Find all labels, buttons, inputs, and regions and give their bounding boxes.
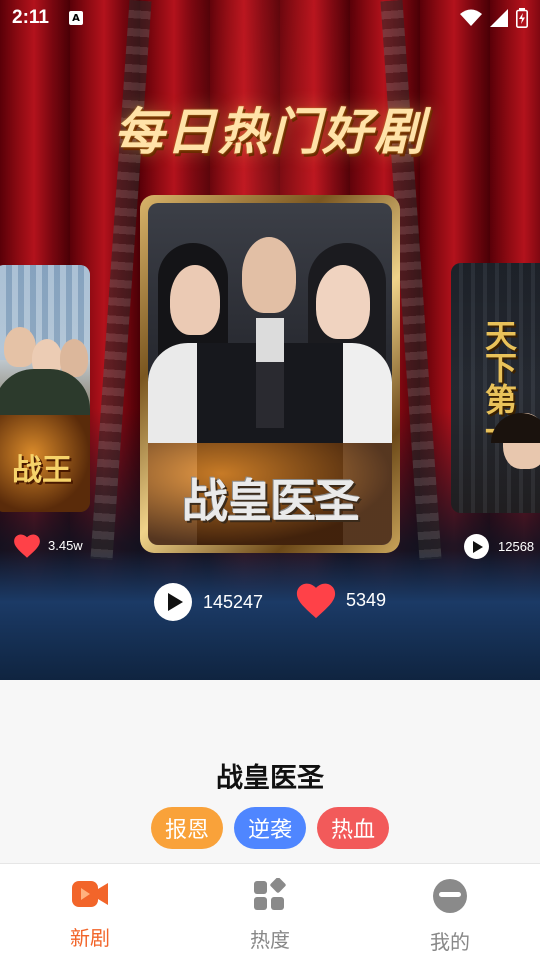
like-count-left: 3.45w	[12, 532, 83, 559]
poster-title-center: 战皇医圣	[182, 474, 360, 528]
play-count-right: 12568	[464, 534, 534, 559]
actress-face	[170, 265, 220, 335]
tab-label: 热度	[250, 928, 290, 952]
tag-rexue[interactable]: 热血	[317, 807, 389, 849]
tag-list: 报恩 逆袭 热血	[0, 807, 540, 849]
shirt-tie	[256, 318, 284, 428]
tag-baoen[interactable]: 报恩	[151, 807, 223, 849]
like-count: 3.45w	[48, 538, 83, 553]
like-count-center: 5349	[294, 580, 386, 620]
tag-nixi[interactable]: 逆袭	[234, 807, 306, 849]
tab-label: 我的	[430, 930, 470, 954]
like-count: 5349	[346, 589, 387, 610]
tab-label: 新剧	[70, 926, 110, 950]
play-count: 145247	[203, 591, 264, 612]
poster-title-left: 战王	[12, 453, 72, 488]
tab-trending[interactable]: 热度	[180, 864, 360, 960]
drama-card-left[interactable]: 战王	[0, 265, 90, 512]
tab-profile[interactable]: 我的	[360, 864, 540, 960]
sea-backdrop	[0, 550, 540, 680]
actress-face	[316, 265, 370, 339]
status-bar: 2:11 A	[0, 0, 540, 36]
battery-icon	[516, 8, 528, 28]
heart-icon[interactable]	[294, 580, 338, 620]
video-camera-icon	[72, 881, 108, 907]
play-count: 12568	[498, 539, 535, 554]
notification-icon: A	[68, 11, 83, 25]
banner-title: 每日热门好剧	[114, 103, 426, 161]
play-icon	[464, 534, 489, 559]
actor-face	[242, 237, 296, 313]
status-time: 2:11	[12, 7, 49, 28]
profile-face-icon	[433, 879, 467, 913]
play-count-center: 145247	[154, 583, 263, 621]
signal-icon	[490, 9, 508, 27]
play-icon	[154, 583, 192, 621]
poster-image: 战皇医圣	[148, 203, 392, 545]
wifi-icon	[460, 9, 482, 26]
tab-new-dramas[interactable]: 新剧	[0, 864, 180, 960]
drama-card-center[interactable]: 战皇医圣	[140, 195, 400, 553]
drama-card-right[interactable]: 天下第一	[451, 263, 540, 513]
drama-info: 战皇医圣 报恩 逆袭 热血	[0, 680, 540, 863]
apps-grid-icon	[254, 878, 286, 910]
drama-title: 战皇医圣	[216, 763, 324, 794]
heart-icon[interactable]	[12, 532, 42, 559]
bottom-tab-bar: 新剧 热度 我的	[0, 863, 540, 960]
